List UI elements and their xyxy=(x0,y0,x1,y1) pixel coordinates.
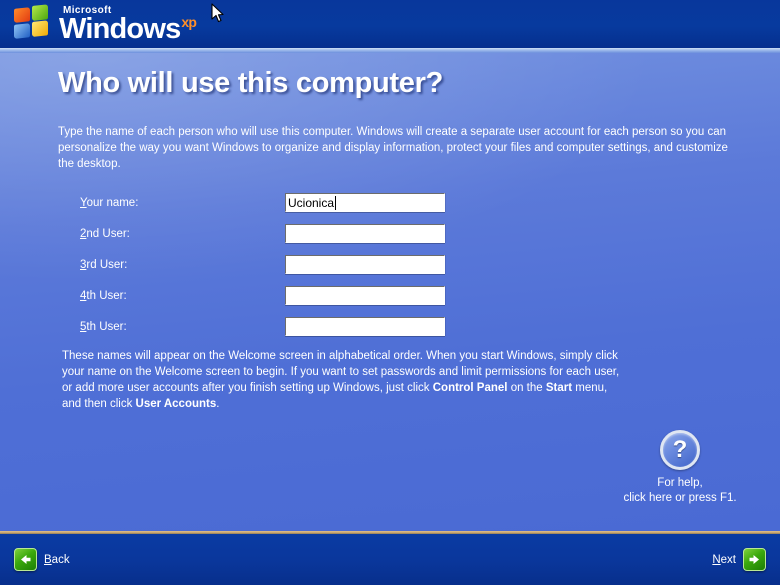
flag-pane-yellow xyxy=(32,20,48,37)
note-part-2: on the xyxy=(507,382,546,394)
form-row-your-name: Your name: Ucionica xyxy=(80,192,445,213)
note-paragraph: These names will appear on the Welcome s… xyxy=(62,348,626,412)
accel-your-name: Y xyxy=(80,196,87,209)
flag-pane-red xyxy=(14,7,30,23)
form-row-2nd-user: 2nd User: xyxy=(80,223,445,244)
next-button-label: Next xyxy=(712,553,736,566)
note-bold-control-panel: Control Panel xyxy=(432,382,508,394)
label-3rd-user: 3rd User: xyxy=(80,258,128,271)
form-row-5th-user: 5th User: xyxy=(80,316,445,337)
note-bold-start: Start xyxy=(545,382,573,394)
input-your-name-value: Ucionica xyxy=(288,195,335,210)
question-mark-icon[interactable]: ? xyxy=(660,430,700,470)
input-5th-user[interactable] xyxy=(285,317,445,336)
help-line-2: click here or press F1. xyxy=(623,492,737,504)
input-4th-user[interactable] xyxy=(285,286,445,305)
brand-windows: Windowsxp xyxy=(59,13,197,45)
windows-xp-branding: Microsoft Windowsxp xyxy=(14,3,197,45)
label-your-name: Your name: xyxy=(80,196,139,209)
setup-screen: Microsoft Windowsxp Who will use this co… xyxy=(0,0,780,585)
brand-xp: xp xyxy=(181,14,197,30)
wordmark: Microsoft Windowsxp xyxy=(59,3,197,45)
help-link[interactable]: ? For help, click here or press F1. xyxy=(580,430,780,506)
arrow-right-icon[interactable] xyxy=(743,548,766,571)
label-2nd-user: 2nd User: xyxy=(80,227,130,240)
next-button[interactable]: Next xyxy=(712,548,766,571)
text-caret xyxy=(335,195,337,210)
input-3rd-user[interactable] xyxy=(285,255,445,274)
form-row-3rd-user: 3rd User: xyxy=(80,254,445,275)
intro-paragraph: Type the name of each person who will us… xyxy=(58,126,728,170)
flag-pane-green xyxy=(32,4,48,21)
arrow-left-icon[interactable] xyxy=(14,548,37,571)
mouse-pointer-arrow-icon xyxy=(211,3,224,23)
page-title: Who will use this computer? xyxy=(58,67,444,99)
note-bold-user-accounts: User Accounts xyxy=(135,398,217,410)
back-button[interactable]: Back xyxy=(14,548,70,571)
user-names-form: Your name: Ucionica 2nd User: 3rd User: … xyxy=(80,192,445,347)
accel-back: B xyxy=(44,553,52,566)
windows-flag-icon xyxy=(14,4,50,41)
accel-next: N xyxy=(712,553,721,566)
label-4th-user: 4th User: xyxy=(80,289,127,302)
flag-pane-blue xyxy=(14,23,30,39)
help-line-1: For help, xyxy=(657,477,703,489)
back-button-label: Back xyxy=(44,553,70,566)
navigation-bar xyxy=(0,534,780,585)
input-your-name[interactable]: Ucionica xyxy=(285,193,445,212)
label-5th-user: 5th User: xyxy=(80,320,127,333)
input-2nd-user[interactable] xyxy=(285,224,445,243)
form-row-4th-user: 4th User: xyxy=(80,285,445,306)
note-part-4: . xyxy=(216,398,220,410)
